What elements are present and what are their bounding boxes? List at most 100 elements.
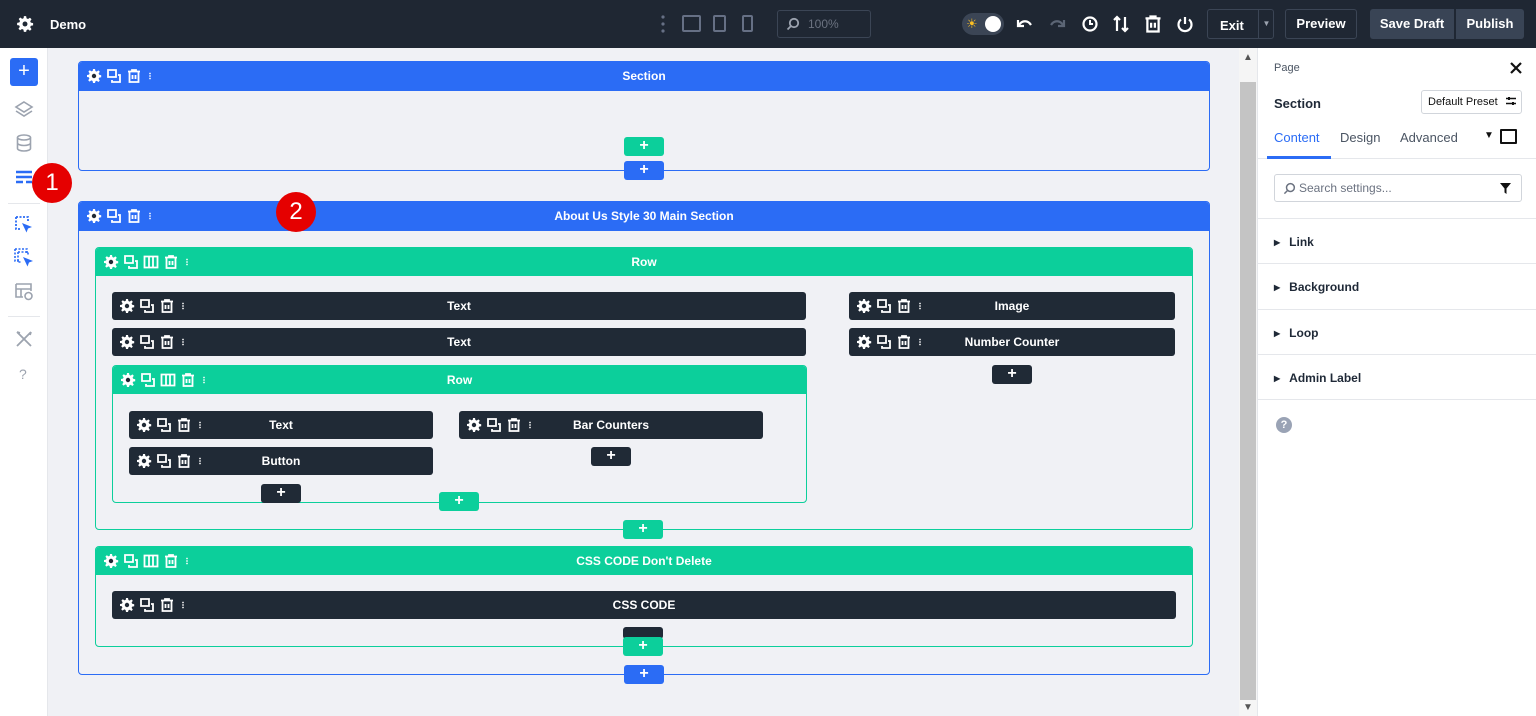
tab-design[interactable]: Design: [1340, 130, 1380, 145]
more-vertical-icon[interactable]: [916, 298, 924, 314]
add-row-button[interactable]: +: [624, 137, 664, 156]
database-icon[interactable]: [14, 133, 34, 153]
tablet-view-icon[interactable]: [713, 15, 726, 32]
responsive-view-icon[interactable]: [1500, 129, 1517, 144]
accordion-admin-label[interactable]: ▶ Admin Label: [1274, 371, 1361, 385]
add-row-button[interactable]: +: [439, 492, 479, 511]
more-vertical-icon[interactable]: [183, 254, 191, 270]
add-row-button[interactable]: +: [623, 637, 663, 656]
settings-search[interactable]: [1274, 174, 1522, 202]
row-block[interactable]: CSS CODE Don't Delete CSS CODE +: [95, 546, 1193, 656]
exit-button[interactable]: Exit ▼: [1207, 9, 1274, 39]
gear-icon[interactable]: [856, 298, 872, 314]
module-block[interactable]: Image: [849, 292, 1175, 320]
sort-arrows-icon[interactable]: [1111, 14, 1131, 34]
duplicate-icon[interactable]: [156, 453, 172, 469]
duplicate-icon[interactable]: [140, 372, 156, 388]
columns-icon[interactable]: [143, 553, 159, 569]
gear-icon[interactable]: [86, 208, 102, 224]
filter-icon[interactable]: [1500, 183, 1511, 194]
drag-handle-icon[interactable]: [660, 14, 666, 34]
layers-icon[interactable]: [14, 100, 34, 120]
undo-icon[interactable]: [1015, 14, 1035, 34]
accordion-link[interactable]: ▶ Link: [1274, 235, 1314, 249]
zoom-input[interactable]: 100%: [777, 10, 871, 38]
columns-icon[interactable]: [143, 254, 159, 270]
section-block[interactable]: Section + +: [78, 61, 1210, 180]
add-section-button[interactable]: +: [624, 161, 664, 180]
add-module-button[interactable]: +: [992, 365, 1032, 384]
gear-icon[interactable]: [119, 298, 135, 314]
trash-icon[interactable]: [176, 453, 192, 469]
tab-content[interactable]: Content: [1274, 130, 1320, 145]
columns-icon[interactable]: [160, 372, 176, 388]
multi-select-icon[interactable]: [14, 248, 34, 268]
more-vertical-icon[interactable]: [916, 334, 924, 350]
trash-icon[interactable]: [126, 208, 142, 224]
row-block[interactable]: Row Text Text Row Text Button + Bar Coun…: [95, 247, 1193, 539]
inner-row-block[interactable]: Row Text Button + Bar Counters + +: [112, 365, 807, 511]
gear-icon[interactable]: [136, 453, 152, 469]
desktop-view-icon[interactable]: [682, 15, 701, 32]
more-vertical-icon[interactable]: [179, 298, 187, 314]
duplicate-icon[interactable]: [123, 254, 139, 270]
scroll-up-icon[interactable]: ▲: [1243, 52, 1253, 63]
gear-icon[interactable]: [136, 417, 152, 433]
phone-view-icon[interactable]: [742, 15, 753, 32]
history-icon[interactable]: [1080, 14, 1100, 34]
dropdown-caret-icon[interactable]: ▼: [1484, 130, 1494, 141]
duplicate-icon[interactable]: [106, 68, 122, 84]
more-vertical-icon[interactable]: [179, 597, 187, 613]
trash-icon[interactable]: [896, 298, 912, 314]
module-block[interactable]: CSS CODE: [112, 591, 1176, 619]
trash-icon[interactable]: [159, 597, 175, 613]
gear-icon[interactable]: [86, 68, 102, 84]
gear-icon[interactable]: [103, 254, 119, 270]
add-module-button[interactable]: +: [591, 447, 631, 466]
close-icon[interactable]: [1508, 60, 1524, 76]
gear-icon[interactable]: [856, 334, 872, 350]
duplicate-icon[interactable]: [139, 298, 155, 314]
structure-icon[interactable]: [14, 168, 34, 188]
gear-icon[interactable]: [103, 553, 119, 569]
add-element-button[interactable]: +: [10, 58, 38, 86]
save-draft-button[interactable]: Save Draft: [1370, 9, 1454, 39]
help-icon[interactable]: ?: [19, 366, 27, 382]
module-block[interactable]: Text: [129, 411, 433, 439]
scroll-down-icon[interactable]: ▼: [1243, 702, 1253, 713]
gear-icon[interactable]: [466, 417, 482, 433]
redo-icon[interactable]: [1047, 14, 1067, 34]
trash-icon[interactable]: [126, 68, 142, 84]
template-preview-icon[interactable]: [14, 281, 34, 301]
row-header[interactable]: Row: [113, 366, 806, 394]
more-vertical-icon[interactable]: [146, 208, 154, 224]
tab-advanced[interactable]: Advanced: [1400, 130, 1458, 145]
module-block[interactable]: Bar Counters: [459, 411, 763, 439]
trash-icon[interactable]: [159, 334, 175, 350]
gear-icon[interactable]: [119, 597, 135, 613]
more-vertical-icon[interactable]: [200, 372, 208, 388]
accordion-background[interactable]: ▶ Background: [1274, 280, 1359, 294]
trash-icon[interactable]: [180, 372, 196, 388]
add-row-button[interactable]: +: [623, 520, 663, 539]
duplicate-icon[interactable]: [876, 298, 892, 314]
more-vertical-icon[interactable]: [183, 553, 191, 569]
scrollbar-thumb[interactable]: [1240, 82, 1256, 700]
gear-icon[interactable]: [120, 372, 136, 388]
trash-icon[interactable]: [896, 334, 912, 350]
duplicate-icon[interactable]: [139, 334, 155, 350]
trash-icon[interactable]: [163, 254, 179, 270]
module-block[interactable]: Button: [129, 447, 433, 475]
more-vertical-icon[interactable]: [179, 334, 187, 350]
duplicate-icon[interactable]: [139, 597, 155, 613]
module-block[interactable]: Text: [112, 292, 806, 320]
accordion-loop[interactable]: ▶ Loop: [1274, 326, 1318, 340]
more-vertical-icon[interactable]: [146, 68, 154, 84]
help-icon[interactable]: ?: [1276, 417, 1292, 433]
more-vertical-icon[interactable]: [196, 417, 204, 433]
trash-icon[interactable]: [163, 553, 179, 569]
section-header[interactable]: About Us Style 30 Main Section: [79, 202, 1209, 231]
settings-gear-icon[interactable]: [16, 15, 34, 33]
add-module-button[interactable]: +: [261, 484, 301, 503]
more-vertical-icon[interactable]: [196, 453, 204, 469]
